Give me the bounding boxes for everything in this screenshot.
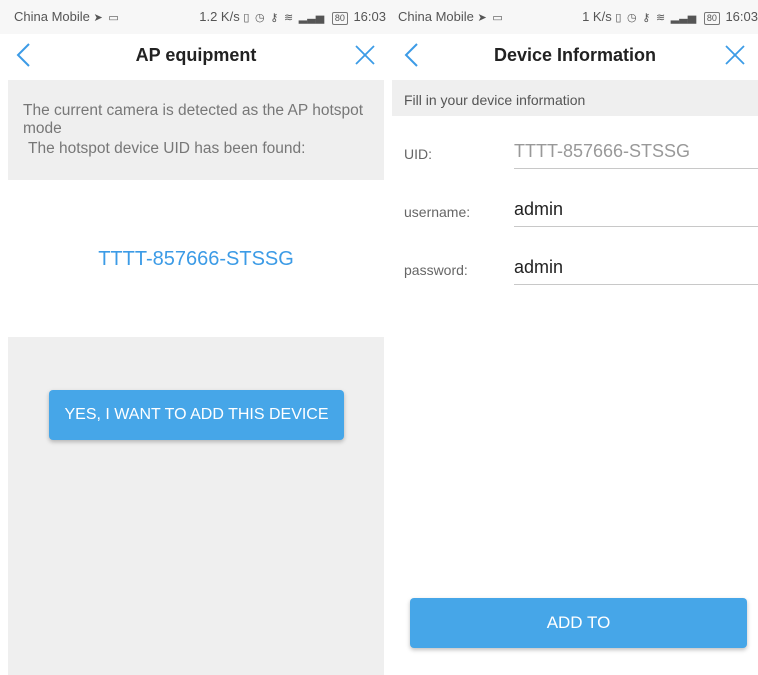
username-row: username:: [392, 192, 758, 232]
signal-icon: ▂▃▅: [670, 12, 697, 24]
add-this-device-button[interactable]: YES, I WANT TO ADD THIS DEVICE: [49, 390, 344, 440]
key-icon: ⚷: [270, 12, 279, 24]
close-button[interactable]: [722, 42, 748, 68]
clock-time: 16:03: [725, 9, 758, 24]
wifi-icon: ≋: [655, 12, 666, 24]
uid-found-message: The hotspot device UID has been found:: [28, 140, 306, 157]
username-field[interactable]: [514, 192, 758, 227]
vibrate-icon: ▯: [615, 12, 622, 24]
alarm-icon: ◷: [627, 12, 637, 24]
signal-icon: ▂▃▅: [298, 12, 325, 24]
found-uid: TTTT-857666-STSSG: [98, 248, 294, 270]
network-speed: 1 K/s: [582, 9, 612, 24]
username-label: username:: [404, 204, 471, 220]
battery-icon: 80: [331, 12, 348, 25]
key-icon: ⚷: [642, 12, 651, 24]
action-area: [8, 337, 384, 675]
device-information-screen: China Mobile ➤ ▭ 1 K/s ▯ ◷ ⚷ ≋ ▂▃▅ 80 16…: [392, 0, 758, 675]
carrier-name: China Mobile: [14, 9, 90, 24]
status-bar: China Mobile ➤ ▭ 1 K/s ▯ ◷ ⚷ ≋ ▂▃▅ 80 16…: [392, 0, 758, 34]
add-device-button[interactable]: ADD TO: [410, 598, 747, 648]
laptop-icon: ▭: [492, 12, 503, 24]
uid-label: UID:: [404, 146, 432, 162]
carrier-name: China Mobile: [398, 9, 474, 24]
location-arrow-icon: ➤: [93, 12, 103, 24]
page-title: AP equipment: [135, 45, 257, 65]
close-icon: [355, 45, 375, 65]
clock-time: 16:03: [353, 9, 386, 24]
status-bar: China Mobile ➤ ▭ 1.2 K/s ▯ ◷ ⚷ ≋ ▂▃▅ 80 …: [0, 0, 392, 34]
password-label: password:: [404, 262, 468, 278]
network-speed: 1.2 K/s: [199, 9, 240, 24]
section-header: Fill in your device information: [392, 80, 758, 116]
detection-message-box: The current camera is detected as the AP…: [8, 80, 384, 180]
wifi-icon: ≋: [283, 12, 294, 24]
ap-equipment-screen: China Mobile ➤ ▭ 1.2 K/s ▯ ◷ ⚷ ≋ ▂▃▅ 80 …: [0, 0, 392, 675]
vibrate-icon: ▯: [243, 12, 250, 24]
detection-message: The current camera is detected as the AP…: [23, 102, 364, 137]
navigation-bar: AP equipment: [0, 34, 392, 78]
close-button[interactable]: [352, 42, 378, 68]
battery-icon: 80: [703, 12, 720, 25]
close-icon: [725, 45, 745, 65]
uid-field[interactable]: [514, 134, 758, 169]
password-row: password:: [392, 250, 758, 290]
page-title: Device Information: [493, 45, 657, 65]
laptop-icon: ▭: [108, 12, 119, 24]
password-field[interactable]: [514, 250, 758, 285]
location-arrow-icon: ➤: [477, 12, 487, 24]
uid-row: UID:: [392, 134, 758, 174]
navigation-bar: Device Information: [392, 34, 758, 78]
section-label: Fill in your device information: [404, 92, 586, 108]
alarm-icon: ◷: [255, 12, 265, 24]
